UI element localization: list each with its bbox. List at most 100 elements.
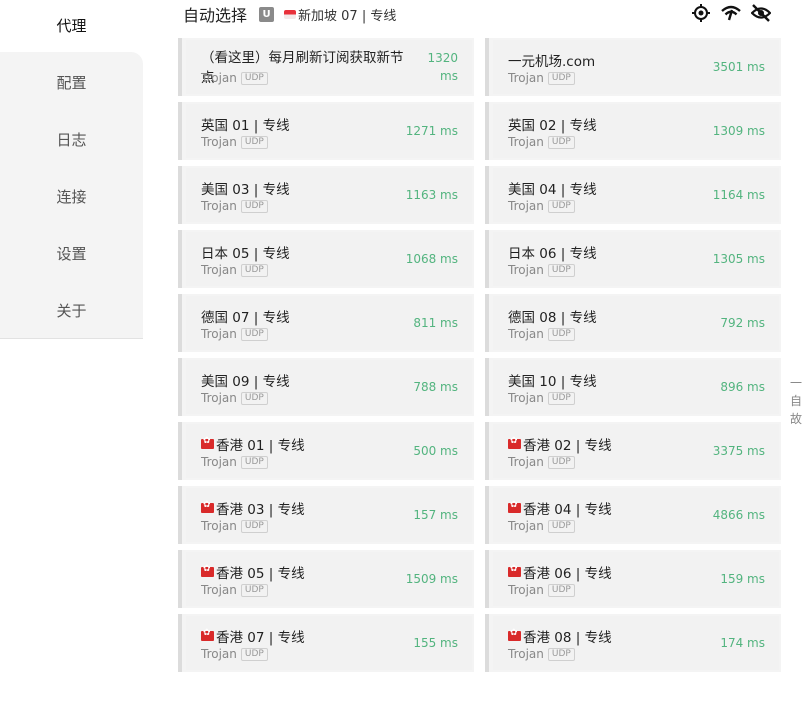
node-name: 美国 09 | 专线	[201, 370, 290, 390]
proxy-node-card[interactable]: 美国 10 | 专线 Trojan UDP 896 ms	[485, 358, 781, 416]
node-delay[interactable]: 1309 ms	[713, 122, 765, 140]
sidebar-item-proxy[interactable]: 代理	[0, 0, 143, 54]
node-name-text: 香港 02 | 专线	[523, 438, 612, 454]
proxy-node-card[interactable]: 香港 06 | 专线TrojanUDP 159 ms	[485, 550, 781, 608]
node-protocol: Trojan	[201, 519, 237, 533]
node-meta: Trojan UDP	[201, 71, 268, 85]
node-delay[interactable]: 157 ms	[413, 506, 458, 524]
node-delay[interactable]: 811 ms	[413, 314, 458, 332]
node-delay[interactable]: 174 ms	[720, 634, 765, 652]
node-delay[interactable]: 1320 ms	[424, 49, 458, 85]
node-delay[interactable]: 1305 ms	[713, 250, 765, 268]
node-protocol: Trojan	[508, 455, 544, 469]
node-delay[interactable]: 1068 ms	[406, 250, 458, 268]
proxy-node-card[interactable]: 美国 04 | 专线 Trojan UDP 1164 ms	[485, 166, 781, 224]
node-name-text: 香港 01 | 专线	[216, 438, 305, 454]
node-protocol: Trojan	[508, 647, 544, 661]
node-delay[interactable]: 1509 ms	[406, 570, 458, 588]
proxy-node-card[interactable]: 香港 04 | 专线TrojanUDP 4866 ms	[485, 486, 781, 544]
node-delay[interactable]: 896 ms	[720, 378, 765, 396]
node-delay[interactable]: 159 ms	[720, 570, 765, 588]
proxy-node-card[interactable]: 德国 07 | 专线 Trojan UDP 811 ms	[178, 294, 474, 352]
udp-badge: UDP	[240, 199, 268, 213]
node-protocol: Trojan	[201, 583, 237, 597]
wifi-speed-icon[interactable]	[720, 2, 742, 24]
node-delay[interactable]: 155 ms	[413, 634, 458, 652]
proxy-node-card[interactable]: 美国 09 | 专线 Trojan UDP 788 ms	[178, 358, 474, 416]
sidebar-item-label: 代理	[56, 17, 87, 35]
node-delay[interactable]: 3375 ms	[713, 442, 765, 460]
node-name: 香港 02 | 专线	[508, 434, 612, 454]
proxy-node-card[interactable]: 英国 01 | 专线 Trojan UDP 1271 ms	[178, 102, 474, 160]
proxy-node-card[interactable]: 香港 01 | 专线TrojanUDP 500 ms	[178, 422, 474, 480]
node-meta: Trojan UDP	[508, 199, 575, 213]
node-meta: Trojan UDP	[508, 135, 575, 149]
node-protocol: Trojan	[201, 135, 237, 149]
node-delay[interactable]: 3501 ms	[713, 58, 765, 76]
node-meta: Trojan UDP	[508, 263, 575, 277]
udp-badge: UDP	[240, 519, 268, 533]
node-name: 香港 08 | 专线	[508, 626, 612, 646]
proxy-node-card[interactable]: 香港 08 | 专线TrojanUDP 174 ms	[485, 614, 781, 672]
node-meta: Trojan UDP	[201, 327, 268, 341]
proxy-node-card[interactable]: 英国 02 | 专线 Trojan UDP 1309 ms	[485, 102, 781, 160]
proxy-node-card[interactable]: （看这里）每月刷新订阅获取新节点 Trojan UDP 1320 ms	[178, 38, 474, 96]
proxy-node-card[interactable]: 一元机场.com Trojan UDP 3501 ms	[485, 38, 781, 96]
card-body: 香港 01 | 专线TrojanUDP 500 ms	[186, 424, 472, 478]
node-delay[interactable]: 788 ms	[413, 378, 458, 396]
eye-off-icon[interactable]	[750, 2, 772, 24]
sidebar-item-about[interactable]: 关于	[0, 282, 143, 339]
node-delay[interactable]: 792 ms	[720, 314, 765, 332]
group-title: 自动选择	[183, 6, 248, 25]
sidebar-item-logs[interactable]: 日志	[0, 111, 143, 168]
hong-kong-flag-icon	[508, 436, 521, 449]
sidebar-item-label: 关于	[56, 302, 87, 320]
node-name: 日本 05 | 专线	[201, 242, 290, 262]
card-body: （看这里）每月刷新订阅获取新节点 Trojan UDP 1320 ms	[186, 40, 472, 94]
hong-kong-flag-icon	[508, 500, 521, 513]
proxy-node-card[interactable]: 香港 03 | 专线TrojanUDP 157 ms	[178, 486, 474, 544]
node-delay[interactable]: 1163 ms	[406, 186, 458, 204]
node-delay[interactable]: 1164 ms	[713, 186, 765, 204]
node-name: 一元机场.com	[508, 50, 595, 70]
sidebar-item-config[interactable]: 配置	[0, 54, 143, 111]
proxy-node-card[interactable]: 日本 05 | 专线 Trojan UDP 1068 ms	[178, 230, 474, 288]
node-protocol: Trojan	[508, 391, 544, 405]
node-delay[interactable]: 1271 ms	[406, 122, 458, 140]
hong-kong-flag-icon	[508, 564, 521, 577]
node-name-text: 日本 05 | 专线	[201, 246, 290, 262]
proxy-node-card[interactable]: 香港 02 | 专线TrojanUDP 3375 ms	[485, 422, 781, 480]
card-body: 日本 06 | 专线 Trojan UDP 1305 ms	[493, 232, 779, 286]
udp-badge: UDP	[240, 135, 268, 149]
proxy-node-card[interactable]: 德国 08 | 专线 Trojan UDP 792 ms	[485, 294, 781, 352]
node-meta: Trojan UDP	[201, 135, 268, 149]
card-body: 德国 07 | 专线 Trojan UDP 811 ms	[186, 296, 472, 350]
node-protocol: Trojan	[201, 327, 237, 341]
node-delay[interactable]: 4866 ms	[713, 506, 765, 524]
node-meta: Trojan UDP	[201, 583, 268, 597]
node-name: 香港 06 | 专线	[508, 562, 612, 582]
card-body: 英国 02 | 专线 Trojan UDP 1309 ms	[493, 104, 779, 158]
card-body: 香港 05 | 专线TrojanUDP 1509 ms	[186, 552, 472, 606]
proxy-node-card[interactable]: 香港 07 | 专线TrojanUDP 155 ms	[178, 614, 474, 672]
udp-badge: UDP	[240, 583, 268, 597]
card-body: 美国 03 | 专线 Trojan UDP 1163 ms	[186, 168, 472, 222]
edge-text: 一 自 故	[789, 376, 802, 426]
locate-icon[interactable]	[690, 2, 712, 24]
hong-kong-flag-icon	[508, 628, 521, 641]
proxy-node-card[interactable]: 日本 06 | 专线 Trojan UDP 1305 ms	[485, 230, 781, 288]
node-name-text: 一元机场.com	[508, 54, 596, 70]
proxy-group-header[interactable]: 自动选择 U 新加坡 07 | 专线	[183, 0, 396, 28]
node-meta: Trojan UDP	[508, 519, 575, 533]
node-protocol: Trojan	[508, 519, 544, 533]
node-name-text: 香港 04 | 专线	[523, 502, 612, 518]
sidebar-item-connections[interactable]: 连接	[0, 168, 143, 225]
udp-badge: UDP	[547, 391, 575, 405]
proxy-node-card[interactable]: 香港 05 | 专线TrojanUDP 1509 ms	[178, 550, 474, 608]
proxy-node-card[interactable]: 美国 03 | 专线 Trojan UDP 1163 ms	[178, 166, 474, 224]
proxy-node-list: （看这里）每月刷新订阅获取新节点 Trojan UDP 1320 ms 一元机场.com…	[178, 38, 783, 713]
sidebar-item-settings[interactable]: 设置	[0, 225, 143, 282]
node-delay[interactable]: 500 ms	[413, 442, 458, 460]
hong-kong-flag-icon	[201, 500, 214, 513]
node-protocol: Trojan	[201, 263, 237, 277]
